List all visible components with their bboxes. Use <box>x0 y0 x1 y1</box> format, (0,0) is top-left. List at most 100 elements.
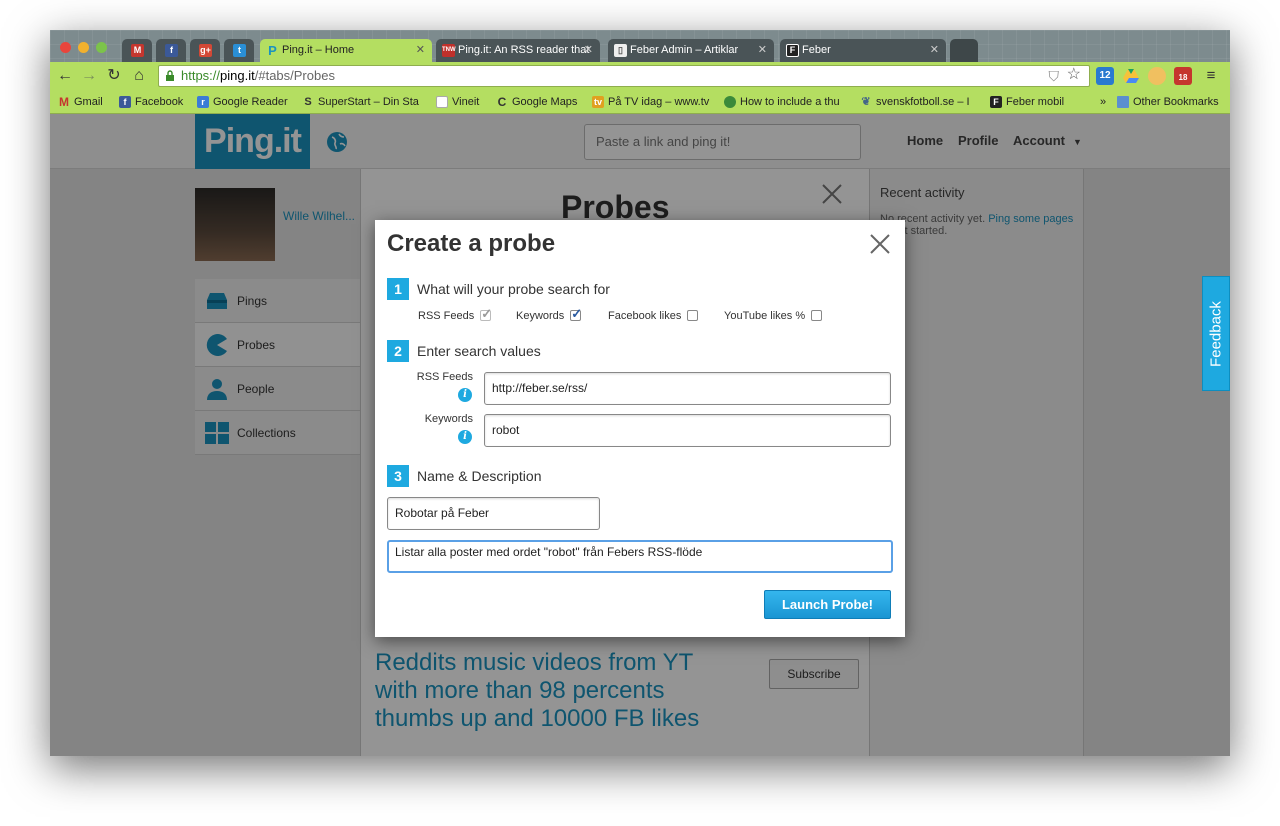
url-host: ping.it <box>220 68 255 83</box>
rss-feeds-label: RSS Feeds <box>416 371 473 383</box>
address-bar[interactable]: https://ping.it/#tabs/Probes ⛉ ☆ <box>158 65 1090 87</box>
checkbox-label: RSS Feeds <box>418 310 475 322</box>
checkbox-youtube-likes[interactable]: YouTube likes % <box>724 309 823 323</box>
bookmark-how-to-include[interactable]: How to include a thu <box>724 94 852 110</box>
checkbox-facebook-likes[interactable]: Facebook likes <box>608 309 699 323</box>
tab-google-plus[interactable]: g+ <box>190 39 220 62</box>
close-tab-icon[interactable]: ✕ <box>416 39 425 62</box>
tab-feber-admin[interactable]: ▯ Feber Admin – Artiklar ✕ <box>608 39 774 62</box>
probe-name-input[interactable]: Robotar på Feber <box>387 497 600 530</box>
bookmark-feber-mobil[interactable]: F Feber mobil <box>990 94 1074 110</box>
bookmark-facebook[interactable]: f Facebook <box>119 94 195 110</box>
bookmark-label: Gmail <box>74 96 103 108</box>
bookmark-other-bookmarks[interactable]: Other Bookmarks <box>1117 94 1227 110</box>
tab-label: Ping.it: An RSS reader that <box>458 44 590 56</box>
google-plus-icon: g+ <box>199 44 212 57</box>
dialog-title: Create a probe <box>387 230 556 257</box>
tab-label: Ping.it – Home <box>282 44 355 56</box>
shield-icon[interactable]: ⛉ <box>1049 66 1060 86</box>
bookmark-gmail[interactable]: M Gmail <box>58 94 118 110</box>
back-arrow-icon[interactable]: ← <box>56 66 74 86</box>
bookmark-svenskfotboll[interactable]: ❦ svenskfotboll.se – I <box>860 94 980 110</box>
url-path: /#tabs/Probes <box>254 68 335 83</box>
facebook-icon: f <box>165 44 178 57</box>
bookmark-superstart[interactable]: S SuperStart – Din Sta <box>302 94 427 110</box>
bookmark-google-maps[interactable]: C Google Maps <box>496 94 588 110</box>
checkbox-box[interactable] <box>480 307 492 321</box>
browser-toolbar: ← → ↻ ⌂ https://ping.it/#tabs/Probes ⛉ ☆… <box>50 62 1230 90</box>
step-label: What will your probe search for <box>417 281 610 297</box>
bookmark-label: Vineit <box>452 96 480 108</box>
close-tab-icon[interactable]: ✕ <box>758 39 767 62</box>
step-label: Name & Description <box>417 468 542 484</box>
tab-strip: M f g+ t P Ping.it – Home ✕ TNW Ping.it:… <box>50 30 1230 62</box>
zoom-window-button[interactable] <box>96 42 107 53</box>
feber-icon: F <box>990 96 1002 108</box>
checkbox-rss-feeds[interactable]: RSS Feeds <box>418 307 492 323</box>
bookmarks-bar: M Gmail f Facebook r Google Reader S SuperSt… <box>50 90 1230 114</box>
maps-icon: C <box>497 95 507 109</box>
bookmark-pa-tv-idag[interactable]: tv På TV idag – www.tv <box>592 94 720 110</box>
tnw-icon: TNW <box>442 44 456 57</box>
checkbox-box[interactable] <box>687 310 699 321</box>
menu-icon[interactable]: ≡ <box>1202 66 1220 86</box>
rss-feeds-input[interactable]: http://feber.se/rss/ <box>484 372 891 405</box>
close-tab-icon[interactable]: ✕ <box>584 39 593 62</box>
mail-checker-icon[interactable]: 18 <box>1174 67 1192 85</box>
tab-gmail[interactable]: M <box>122 39 152 62</box>
svff-icon: ❦ <box>861 96 871 108</box>
pingit-icon: P <box>268 43 277 58</box>
checkbox-label: Facebook likes <box>608 310 682 322</box>
checkbox-keywords[interactable]: Keywords <box>516 307 582 323</box>
calendar-extension-icon[interactable]: 12 <box>1096 67 1114 85</box>
bookmark-label: Feber mobil <box>1006 96 1065 108</box>
step-number: 3 <box>387 465 409 487</box>
facebook-icon: f <box>119 96 131 108</box>
folder-icon <box>1117 96 1129 108</box>
checkbox-box[interactable] <box>811 310 823 321</box>
reload-icon[interactable]: ↻ <box>105 66 123 86</box>
create-probe-dialog: Create a probe 1 What will your probe se… <box>375 220 905 637</box>
url-scheme: https:// <box>181 68 221 83</box>
close-window-button[interactable] <box>60 42 71 53</box>
minimize-window-button[interactable] <box>78 42 89 53</box>
bookmark-label: Facebook <box>135 96 184 108</box>
info-icon[interactable]: i <box>458 388 472 402</box>
feedback-label: Feedback <box>1207 301 1225 367</box>
browser-window: M f g+ t P Ping.it – Home ✕ TNW Ping.it:… <box>50 30 1230 756</box>
page-viewport: Ping.it Paste a link and ping it! Home P… <box>50 114 1230 756</box>
document-icon <box>436 96 448 108</box>
feedback-tab[interactable]: Feedback <box>1202 276 1230 391</box>
google-drive-icon[interactable] <box>1122 67 1140 85</box>
close-icon[interactable] <box>868 232 892 256</box>
bookmark-google-reader[interactable]: r Google Reader <box>197 94 297 110</box>
probe-description-textarea[interactable]: Listar alla poster med ordet "robot" frå… <box>387 540 893 573</box>
checkbox-label: YouTube likes % <box>724 310 806 322</box>
checkbox-box[interactable] <box>570 307 582 321</box>
document-icon: ▯ <box>614 44 627 57</box>
extension-face-icon[interactable] <box>1148 67 1166 85</box>
bookmark-label: How to include a thu <box>740 96 840 108</box>
bookmark-star-icon[interactable]: ☆ <box>1067 65 1081 85</box>
drive-triangle-icon <box>1123 69 1139 83</box>
tab-pingit-article[interactable]: TNW Ping.it: An RSS reader that ✕ <box>436 39 600 62</box>
launch-probe-button[interactable]: Launch Probe! <box>764 590 891 619</box>
forward-arrow-icon[interactable]: → <box>80 66 98 86</box>
tab-twitter[interactable]: t <box>224 39 254 62</box>
info-icon[interactable]: i <box>458 430 472 444</box>
feber-icon: F <box>786 44 799 57</box>
home-icon[interactable]: ⌂ <box>130 66 148 86</box>
tab-label: Feber <box>802 44 831 56</box>
tab-facebook[interactable]: f <box>156 39 186 62</box>
cactus-icon <box>724 96 736 108</box>
keywords-input[interactable]: robot <box>484 414 891 447</box>
bookmark-vineit[interactable]: Vineit <box>436 94 496 110</box>
tab-feber[interactable]: F Feber ✕ <box>780 39 946 62</box>
tv-icon: tv <box>592 96 604 108</box>
tab-pingit-home[interactable]: P Ping.it – Home ✕ <box>260 39 432 62</box>
close-tab-icon[interactable]: ✕ <box>930 39 939 62</box>
bookmark-label: Google Reader <box>213 96 288 108</box>
bookmarks-overflow-chevron[interactable]: » <box>1100 94 1112 110</box>
step-number: 2 <box>387 340 409 362</box>
new-tab-button[interactable] <box>950 39 978 62</box>
